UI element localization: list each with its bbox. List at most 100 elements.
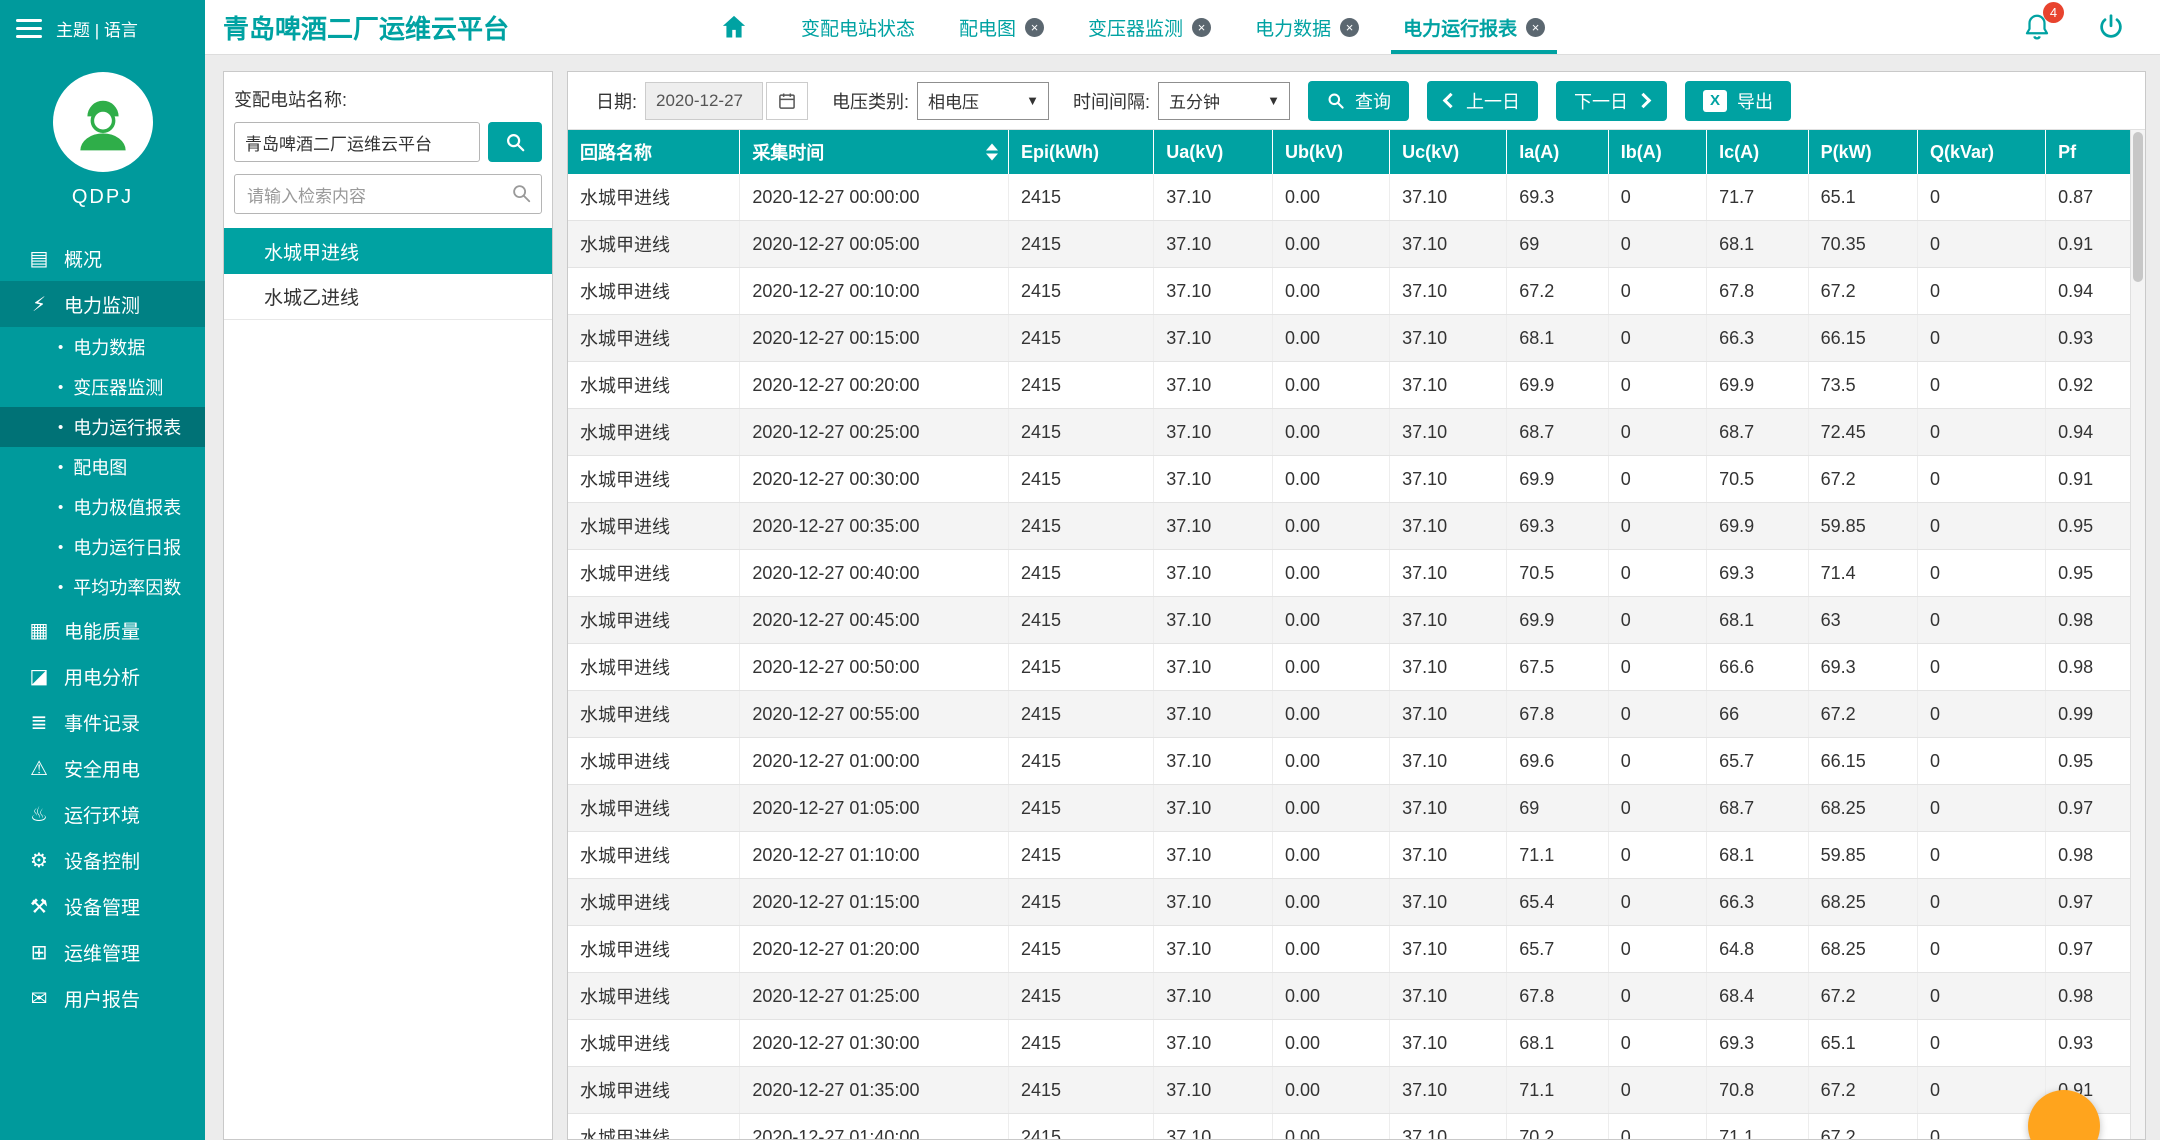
table-row[interactable]: 水城甲进线 2020-12-27 00:05:00 2415 37.10 0.00 37.… <box>568 220 2130 268</box>
table-cell: 2415 <box>1008 361 1155 409</box>
table-row[interactable]: 水城甲进线 2020-12-27 01:15:00 2415 37.10 0.00 37.… <box>568 878 2130 926</box>
topbar: 青岛啤酒二厂运维云平台 变配电站状态 配电图 × 变压器监测 × 电力数据 × 电力运行报表 ×… <box>205 0 2160 55</box>
home-button[interactable] <box>719 13 749 41</box>
table-cell: 2020-12-27 00:10:00 <box>739 267 1009 315</box>
search-icon <box>1328 93 1344 109</box>
table-row[interactable]: 水城甲进线 2020-12-27 01:20:00 2415 37.10 0.00 37.… <box>568 925 2130 973</box>
table-row[interactable]: 水城甲进线 2020-12-27 00:00:00 2415 37.10 0.00 37.… <box>568 174 2130 221</box>
header-tab[interactable]: 配电图 × <box>937 0 1066 54</box>
table-row[interactable]: 水城甲进线 2020-12-27 00:30:00 2415 37.10 0.00 37.… <box>568 455 2130 503</box>
table-cell: 2020-12-27 01:10:00 <box>739 831 1009 879</box>
logout-button[interactable] <box>2096 12 2126 42</box>
table-row[interactable]: 水城甲进线 2020-12-27 00:10:00 2415 37.10 0.00 37.… <box>568 267 2130 315</box>
sidebar-item[interactable]: ⚒ 设备管理 <box>0 883 205 929</box>
header-tab[interactable]: 变压器监测 × <box>1066 0 1233 54</box>
date-input[interactable]: 2020-12-27 <box>645 81 764 120</box>
sidebar-item[interactable]: ▤ 概况 <box>0 235 205 281</box>
header-tab[interactable]: 变配电站状态 <box>779 0 937 54</box>
vertical-scrollbar[interactable] <box>2130 130 2145 1139</box>
sidebar-item[interactable]: ⚠ 安全用电 <box>0 745 205 791</box>
sidebar-item[interactable]: • 变压器监测 <box>0 367 205 407</box>
app-root: 主题 | 语言 QDPJ ▤ 概况 ⚡ 电力监测 • 电力数据 • 变压器监测 • 电力运行报表 •… <box>0 0 2160 1140</box>
table-row[interactable]: 水城甲进线 2020-12-27 01:35:00 2415 37.10 0.00 37.… <box>568 1066 2130 1114</box>
tab-close-icon[interactable]: × <box>1192 17 1212 37</box>
column-header[interactable]: 采集时间 <box>739 130 1009 174</box>
engineer-icon <box>79 100 126 151</box>
query-button[interactable]: 查询 <box>1308 80 1410 121</box>
tab-close-icon[interactable]: × <box>1025 17 1045 37</box>
table-row[interactable]: 水城甲进线 2020-12-27 00:20:00 2415 37.10 0.00 37.… <box>568 361 2130 409</box>
table-cell: 69.3 <box>1506 502 1609 550</box>
table-cell: 37.10 <box>1153 925 1273 973</box>
voltage-type-select[interactable]: 相电压 ▼ <box>917 81 1050 120</box>
sidebar-item[interactable]: ♨ 运行环境 <box>0 791 205 837</box>
table-row[interactable]: 水城甲进线 2020-12-27 01:10:00 2415 37.10 0.00 37.… <box>568 831 2130 879</box>
sidebar-item[interactable]: • 电力运行报表 <box>0 407 205 447</box>
sidebar-item[interactable]: • 平均功率因数 <box>0 567 205 607</box>
table-row[interactable]: 水城甲进线 2020-12-27 00:35:00 2415 37.10 0.00 37.… <box>568 502 2130 550</box>
export-button[interactable]: X 导出 <box>1685 80 1792 121</box>
sort-down-icon <box>985 153 998 161</box>
table-row[interactable]: 水城甲进线 2020-12-27 01:05:00 2415 37.10 0.00 37.… <box>568 784 2130 832</box>
tab-close-icon[interactable]: × <box>1526 17 1546 37</box>
sidebar-item[interactable]: ⚡ 电力监测 <box>0 281 205 327</box>
table-row[interactable]: 水城甲进线 2020-12-27 00:50:00 2415 37.10 0.00 37.… <box>568 643 2130 691</box>
table-cell: 70.5 <box>1506 549 1609 597</box>
table-row[interactable]: 水城甲进线 2020-12-27 00:40:00 2415 37.10 0.00 37.… <box>568 549 2130 597</box>
sidebar-item[interactable]: ✉ 用户报告 <box>0 975 205 1021</box>
interval-select[interactable]: 五分钟 ▼ <box>1158 81 1291 120</box>
station-name-input[interactable]: 青岛啤酒二厂运维云平台 <box>234 122 480 162</box>
sort-icon[interactable] <box>985 143 998 161</box>
line-item[interactable]: 水城乙进线 <box>224 274 552 320</box>
tab-label: 变配电站状态 <box>801 18 916 40</box>
table-row[interactable]: 水城甲进线 2020-12-27 00:25:00 2415 37.10 0.00 37.… <box>568 408 2130 456</box>
table-cell: 37.10 <box>1389 361 1508 409</box>
table-cell: 37.10 <box>1153 878 1273 926</box>
table-cell: 水城甲进线 <box>568 502 741 550</box>
sidebar-item[interactable]: • 电力运行日报 <box>0 527 205 567</box>
theme-language-switch[interactable]: 主题 | 语言 <box>56 16 138 41</box>
sidebar-item[interactable]: ⚙ 设备控制 <box>0 837 205 883</box>
table-row[interactable]: 水城甲进线 2020-12-27 01:30:00 2415 37.10 0.00 37.… <box>568 1019 2130 1067</box>
table-cell: 2020-12-27 01:00:00 <box>739 737 1009 785</box>
sidebar-item[interactable]: ⊞ 运维管理 <box>0 929 205 975</box>
next-day-button[interactable]: 下一日 <box>1556 80 1668 121</box>
notifications-button[interactable]: 4 <box>2022 2 2064 43</box>
table-row[interactable]: 水城甲进线 2020-12-27 00:45:00 2415 37.10 0.00 37.… <box>568 596 2130 644</box>
menu-toggle-icon[interactable] <box>16 18 42 38</box>
table-row[interactable]: 水城甲进线 2020-12-27 01:40:00 2415 37.10 0.00 37.… <box>568 1113 2130 1139</box>
table-cell: 2415 <box>1008 549 1155 597</box>
previous-day-button[interactable]: 上一日 <box>1427 80 1539 121</box>
table-cell: 水城甲进线 <box>568 878 741 926</box>
search-icon <box>510 182 532 209</box>
table-row[interactable]: 水城甲进线 2020-12-27 01:25:00 2415 37.10 0.00 37.… <box>568 972 2130 1020</box>
column-header-label: Ub(kV) <box>1284 141 1343 162</box>
sidebar-item-label: 电力极值报表 <box>73 498 182 518</box>
tab-close-icon[interactable]: × <box>1340 17 1360 37</box>
table-cell: 37.10 <box>1389 690 1508 738</box>
table-row[interactable]: 水城甲进线 2020-12-27 01:00:00 2415 37.10 0.00 37.… <box>568 737 2130 785</box>
table-cell: 2020-12-27 00:50:00 <box>739 643 1009 691</box>
device-control-icon: ⚙ <box>30 849 48 872</box>
table-cell: 水城甲进线 <box>568 784 741 832</box>
sidebar-item[interactable]: • 配电图 <box>0 447 205 487</box>
sidebar-item[interactable]: • 电力数据 <box>0 327 205 367</box>
sidebar-item[interactable]: • 电力极值报表 <box>0 487 205 527</box>
table-cell: 37.10 <box>1153 502 1273 550</box>
sidebar-item[interactable]: ◪ 用电分析 <box>0 653 205 699</box>
table-row[interactable]: 水城甲进线 2020-12-27 00:55:00 2415 37.10 0.00 37.… <box>568 690 2130 738</box>
station-search-button[interactable] <box>488 122 542 162</box>
usage-analysis-icon: ◪ <box>29 665 49 688</box>
calendar-button[interactable] <box>766 81 809 120</box>
table-cell: 水城甲进线 <box>568 690 741 738</box>
header-tab[interactable]: 电力数据 × <box>1233 0 1381 54</box>
sidebar-item[interactable]: ≣ 事件记录 <box>0 699 205 745</box>
sidebar-item[interactable]: ▦ 电能质量 <box>0 607 205 653</box>
table-cell: 67.8 <box>1706 267 1809 315</box>
scrollbar-thumb[interactable] <box>2133 132 2143 282</box>
header-tab[interactable]: 电力运行报表 × <box>1381 0 1567 54</box>
table-row[interactable]: 水城甲进线 2020-12-27 00:15:00 2415 37.10 0.00 37.… <box>568 314 2130 362</box>
table-cell: 37.10 <box>1153 972 1273 1020</box>
line-item[interactable]: 水城甲进线 <box>224 228 552 274</box>
line-filter-input[interactable]: 请输入检索内容 <box>234 174 542 214</box>
